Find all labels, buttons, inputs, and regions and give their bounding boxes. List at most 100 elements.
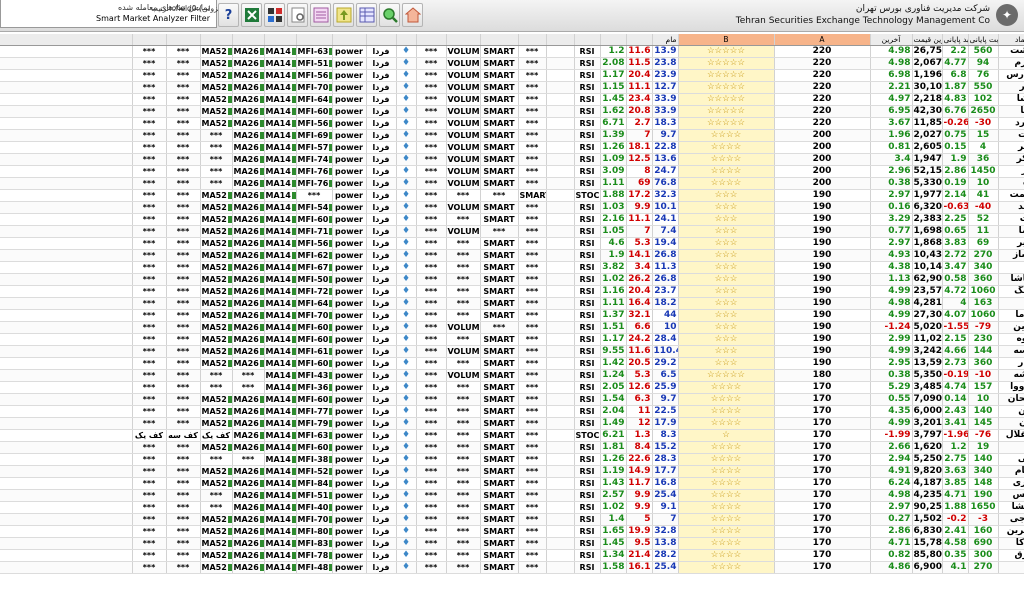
table-row[interactable]: *** *** MA52 MA26 MA14 MFI-70 power فردا ♦ *** VOL… xyxy=(0,81,1024,94)
report-icon[interactable] xyxy=(287,3,308,27)
t3-cell: SMART xyxy=(480,357,519,370)
col-power[interactable] xyxy=(332,34,367,46)
table-icon[interactable] xyxy=(356,3,377,27)
stars-cell: ☆☆☆☆ xyxy=(678,441,775,454)
list-icon[interactable] xyxy=(310,3,331,27)
table-row[interactable]: *** *** MA52 MA26 MA14 MFI-54 power فردا ♦ *** VOL… xyxy=(0,201,1024,214)
col-t3[interactable] xyxy=(480,34,519,46)
col-v1[interactable]: مام xyxy=(652,34,679,46)
col-A[interactable]: A xyxy=(774,34,871,46)
table-row[interactable]: *** *** *** MA26 MA14 MFI-69 power فردا ♦ *** VOLU… xyxy=(0,129,1024,142)
table-row[interactable]: *** *** *** *** MA14 MFI-43 power فردا ♦ *** VOLUM… xyxy=(0,369,1024,382)
col-s2[interactable] xyxy=(132,34,167,46)
col-chg[interactable]: بد پایانی xyxy=(942,34,969,46)
table-row[interactable]: *** *** MA52 MA26 MA14 MFI-50 power فردا ♦ *** ***… xyxy=(0,273,1024,286)
empty-cell xyxy=(546,105,575,118)
mfi-cell: MFI-61 xyxy=(296,345,333,358)
col-ma14[interactable] xyxy=(264,34,297,46)
table-row[interactable]: *** *** *** MA26 MA14 MFI-57 power فردا ♦ *** VOLU… xyxy=(0,141,1024,154)
table-row[interactable]: *** *** MA52 MA26 MA14 MFI-60 power فردا ♦ *** ***… xyxy=(0,213,1024,226)
grid-icon[interactable] xyxy=(264,3,285,27)
table-row[interactable]: *** *** MA52 MA26 MA14 MFI-77 power فردا ♦ *** ***… xyxy=(0,405,1024,418)
symbol-cell: نکباز xyxy=(998,165,1024,178)
col-pct3[interactable]: آخرین xyxy=(870,34,913,46)
col-last[interactable]: آخرین قیمت xyxy=(912,34,943,46)
table-row[interactable]: *** *** *** MA26 MA14 MFI-40 power فردا ♦ *** *** S… xyxy=(0,501,1024,514)
table-row[interactable]: *** *** MA52 MA26 MA14 MFI-67 power فردا ♦ *** ***… xyxy=(0,261,1024,274)
search-icon[interactable] xyxy=(379,3,400,27)
table-row[interactable]: *** *** MA52 MA26 MA14 MFI-70 power فردا ♦ *** ***… xyxy=(0,309,1024,322)
v1-cell: 17.9 xyxy=(652,417,679,430)
table-row[interactable]: *** *** MA52 MA26 MA14 MFI-80 power فردا ♦ *** ***… xyxy=(0,525,1024,538)
chg-cell: -1.96 xyxy=(942,429,969,442)
table-row[interactable]: *** *** MA52 MA26 MA14 MFI-52 power فردا ♦ *** ***… xyxy=(0,465,1024,478)
excel-icon[interactable] xyxy=(241,3,262,27)
table-row[interactable]: *** *** MA52 MA26 MA14 MFI-71 power فردا ♦ *** VOL… xyxy=(0,225,1024,238)
home-icon[interactable] xyxy=(402,3,423,27)
table-row[interactable]: *** *** MA52 MA26 MA14 MFI-61 power فردا ♦ *** VOL… xyxy=(0,345,1024,358)
col-t2[interactable] xyxy=(518,34,547,46)
table-row[interactable]: *** *** MA52 MA26 MA14 MFI-64 power فردا ♦ *** VOL… xyxy=(0,93,1024,106)
table-row[interactable]: *** *** MA52 MA26 MA14 MFI-56 power فردا ♦ *** VOL… xyxy=(0,69,1024,82)
v3-cell: 1.37 xyxy=(600,309,627,322)
table-row[interactable]: *** *** MA52 MA26 MA14 MFI-84 power فردا ♦ *** ***… xyxy=(0,477,1024,490)
col-ma26[interactable] xyxy=(232,34,265,46)
col-farda[interactable] xyxy=(366,34,397,46)
col-v3[interactable] xyxy=(600,34,627,46)
col-B[interactable]: B xyxy=(678,34,775,46)
mfi-cell: MFI-74 xyxy=(296,153,333,166)
A-cell: 170 xyxy=(774,477,871,490)
table-row[interactable]: *** *** MA52 MA26 MA14 MFI-79 power فردا ♦ *** ***… xyxy=(0,417,1024,430)
mfi-cell: MFI-64 xyxy=(296,93,333,106)
col-t1[interactable] xyxy=(574,34,601,46)
symbol-cell: غگلپا xyxy=(998,105,1024,118)
table-row[interactable]: *** *** *** MA26 MA14 MFI-76 power فردا ♦ *** VOLU… xyxy=(0,165,1024,178)
farda-cell: فردا xyxy=(366,201,397,214)
table-row[interactable]: *** *** MA52 MA26 MA14 MFI-56 power فردا ♦ *** ***… xyxy=(0,237,1024,250)
table-row[interactable]: *** *** MA52 MA26 MA14 MFI-62 power فردا ♦ *** ***… xyxy=(0,249,1024,262)
table-row[interactable]: *** *** MA52 MA26 MA14 MFI-72 power فردا ♦ *** ***… xyxy=(0,285,1024,298)
table-row[interactable]: *** *** *** MA26 MA14 MFI-51 power فردا ♦ *** *** S… xyxy=(0,489,1024,502)
col-diamond[interactable] xyxy=(396,34,417,46)
count-cell: 1060 xyxy=(968,285,999,298)
s2-cell: *** xyxy=(132,561,167,574)
table-row[interactable]: *** *** MA52 MA26 MA14 MFI-60 power فردا ♦ *** VOL… xyxy=(0,321,1024,334)
stars-cell: ☆☆☆☆ xyxy=(678,465,775,478)
table-row[interactable]: *** *** MA52 MA26 MA14 MFI-60 power فردا ♦ *** ***… xyxy=(0,441,1024,454)
table-row[interactable]: *** *** *** MA26 MA14 MFI-76 power فردا ♦ *** VOLU… xyxy=(0,177,1024,190)
help-icon[interactable]: ? xyxy=(218,3,239,27)
col-mfi[interactable] xyxy=(296,34,333,46)
table-row[interactable]: *** *** *** *** MA14 MFI-36 power فردا ♦ *** *** SM… xyxy=(0,381,1024,394)
col-name[interactable]: نماد xyxy=(998,34,1024,46)
col-empty[interactable] xyxy=(546,34,575,46)
col-v2[interactable] xyxy=(626,34,653,46)
col-t4[interactable] xyxy=(446,34,481,46)
col-count[interactable]: بت پایانی xyxy=(968,34,999,46)
table-row[interactable]: *** *** MA52 MA26 MA14 MFI-70 power فردا ♦ *** ***… xyxy=(0,513,1024,526)
table-row[interactable]: *** *** *** MA26 MA14 MFI-74 power فردا ♦ *** VOLU… xyxy=(0,153,1024,166)
table-row[interactable]: *** *** MA52 MA26 MA14 MFI-60 power فردا ♦ *** VOL… xyxy=(0,105,1024,118)
table-row[interactable]: *** *** MA52 MA26 MA14 MFI-64 power فردا ♦ *** ***… xyxy=(0,297,1024,310)
table-row[interactable]: *** *** MA52 MA26 MA14 MFI-78 power فردا ♦ *** ***… xyxy=(0,549,1024,562)
table-row[interactable]: *** *** MA52 MA26 MA14 MFI-48 power فردا ♦ *** ***… xyxy=(0,561,1024,574)
table-row[interactable]: *** *** MA52 MA26 MA14 MFI-63 power فردا ♦ *** VOL… xyxy=(0,45,1024,58)
table-row[interactable]: *** *** MA52 MA26 MA14 MFI-83 power فردا ♦ *** ***… xyxy=(0,537,1024,550)
t3-cell: SMART xyxy=(480,57,519,70)
col-ma52[interactable] xyxy=(200,34,233,46)
table-row[interactable]: کف یک کف سه کف یک MA26 MA14 MFI-63 power فردا ♦ *… xyxy=(0,429,1024,442)
t1-cell: RSI xyxy=(574,57,601,70)
chg-cell: 2.72 xyxy=(942,249,969,262)
table-row[interactable]: *** *** MA52 MA26 MA14 MFI-56 power فردا ♦ *** VOL… xyxy=(0,117,1024,130)
table-row[interactable]: *** *** MA52 MA26 MA14 MFI-60 power فردا ♦ *** ***… xyxy=(0,357,1024,370)
stars-cell: ☆☆☆ xyxy=(678,345,775,358)
ma52-cell: MA52 xyxy=(200,405,233,418)
up-icon[interactable] xyxy=(333,3,354,27)
table-row[interactable]: *** *** MA52 MA26 MA14 *** power فردا ♦ *** *** ***… xyxy=(0,189,1024,202)
filter-panel: ترتیب:cfield0:(نزولی) نمایش نمادهای معام… xyxy=(0,0,223,28)
table-row[interactable]: *** *** MA52 MA26 MA14 MFI-51 power فردا ♦ *** VOL… xyxy=(0,57,1024,70)
col-s1[interactable] xyxy=(166,34,201,46)
col-t5[interactable] xyxy=(416,34,447,46)
table-row[interactable]: *** *** MA52 MA26 MA14 MFI-60 power فردا ♦ *** ***… xyxy=(0,393,1024,406)
table-row[interactable]: *** *** *** *** MA14 MFI-38 power فردا ♦ *** *** SM… xyxy=(0,453,1024,466)
table-row[interactable]: *** *** MA52 MA26 MA14 MFI-60 power فردا ♦ *** ***… xyxy=(0,333,1024,346)
